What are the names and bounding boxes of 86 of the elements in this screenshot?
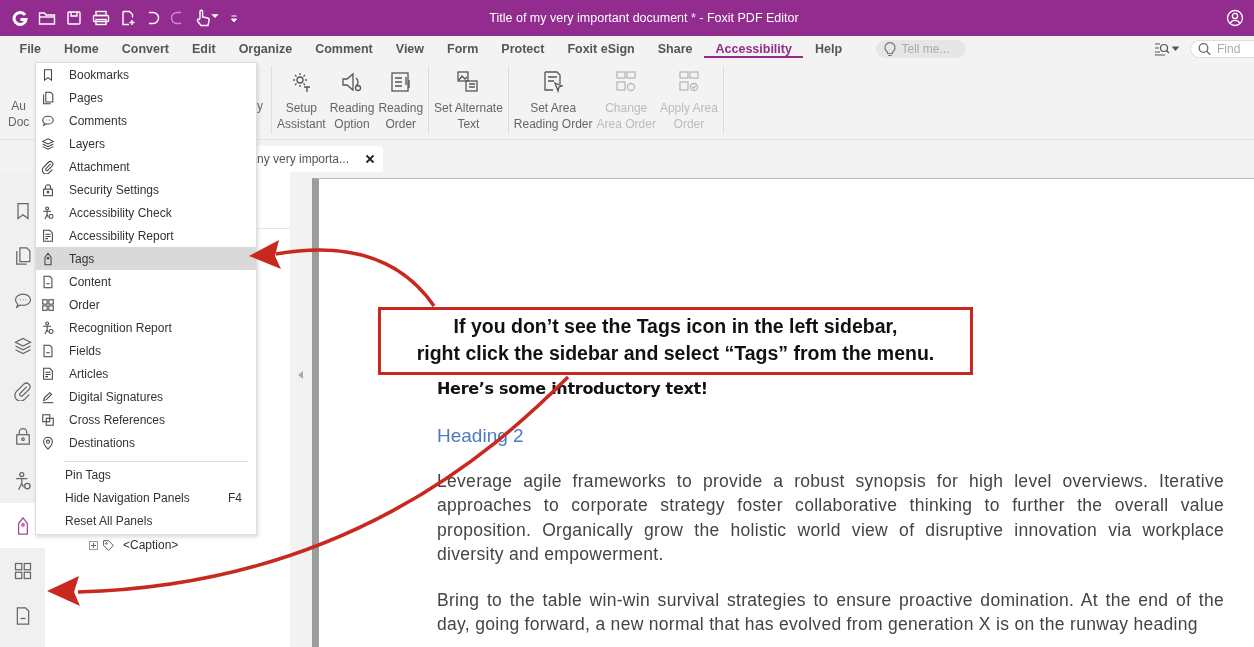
paperclip-icon xyxy=(12,380,33,401)
pin-icon xyxy=(41,435,55,450)
user-icon[interactable] xyxy=(1226,9,1244,27)
menu-item[interactable]: Destinations xyxy=(36,431,256,454)
menu-item[interactable]: Attachment xyxy=(36,155,256,178)
tag-icon xyxy=(41,251,55,266)
menu-item[interactable]: Security Settings xyxy=(36,178,256,201)
menu-tab[interactable]: File xyxy=(8,40,53,58)
menu-tab[interactable]: Home xyxy=(52,40,111,58)
redo-icon[interactable] xyxy=(170,10,184,26)
lock-icon xyxy=(41,182,55,197)
menu-item[interactable]: Bookmarks xyxy=(36,63,256,86)
person-icon xyxy=(41,320,55,335)
ribbon-button[interactable]: Set Area Reading Order xyxy=(511,66,595,132)
search-icon xyxy=(1198,42,1211,56)
menu-item[interactable]: Tags xyxy=(36,247,256,270)
grid-icon xyxy=(12,560,33,581)
close-icon[interactable] xyxy=(365,154,376,164)
layers-icon xyxy=(41,136,55,151)
report-icon xyxy=(41,366,55,381)
undo-icon[interactable] xyxy=(146,10,160,26)
menu-tab[interactable]: Share xyxy=(646,40,704,58)
folder-icon[interactable] xyxy=(38,10,56,26)
tree-item[interactable]: <Caption> xyxy=(123,538,179,552)
bookmark-icon xyxy=(41,67,55,82)
menu-tab[interactable]: View xyxy=(384,40,436,58)
cursor-icon xyxy=(541,70,566,94)
menu-item[interactable]: Layers xyxy=(36,132,256,155)
ribbon-button[interactable]: Reading Order xyxy=(376,66,426,132)
menu-item[interactable]: Recognition Report xyxy=(36,316,256,339)
search-options-icon[interactable] xyxy=(1154,41,1180,57)
app-logo-icon xyxy=(12,10,28,26)
squares-icon xyxy=(41,412,55,427)
menu-item[interactable]: Accessibility Report xyxy=(36,224,256,247)
menu-tab[interactable]: Organize xyxy=(227,40,304,58)
grid-icon xyxy=(41,297,55,312)
ribbon-button[interactable]: Reading Option xyxy=(327,66,377,132)
expand-icon[interactable] xyxy=(89,540,98,550)
menu-item[interactable]: Accessibility Check xyxy=(36,201,256,224)
shortcut-label: F4 xyxy=(228,490,242,505)
save-icon[interactable] xyxy=(66,10,82,26)
menu-tab[interactable]: Comment xyxy=(303,40,385,58)
menu-tab[interactable]: Protect xyxy=(489,40,556,58)
tag-icon xyxy=(102,538,115,552)
menu-item[interactable]: Pin Tags xyxy=(36,463,256,486)
menu-item[interactable]: Order xyxy=(36,293,256,316)
find-field[interactable]: Find xyxy=(1190,40,1254,58)
menu-item[interactable]: Articles xyxy=(36,362,256,385)
callout-text: If you don’t see the Tags icon in the left sidebar, right click the sidebar and select “Tags” from the menu. xyxy=(378,307,973,375)
new-document-icon[interactable] xyxy=(120,10,136,26)
image-text-icon xyxy=(456,70,481,94)
report-icon xyxy=(41,228,55,243)
menu-item[interactable]: Fields xyxy=(36,339,256,362)
comment-icon xyxy=(41,113,55,128)
lightbulb-icon xyxy=(883,41,896,57)
paragraph: Bring to the table win-win survival strategies to ensure proactive domination. At the end of the day, going forward, a new normal that has evolved from generation X is on the runway heading xyxy=(437,589,1224,637)
menu-tab[interactable]: Help xyxy=(803,40,854,58)
menu-item[interactable]: Comments xyxy=(36,109,256,132)
menu-tab[interactable]: Edit xyxy=(180,40,228,58)
document-tab[interactable]: ny very importa... xyxy=(255,146,384,172)
ribbon-button[interactable]: y xyxy=(255,66,265,114)
hand-icon[interactable] xyxy=(194,9,220,27)
menu-item[interactable]: Hide Navigation Panels F4 xyxy=(36,486,256,509)
window-title: Title of my very important document * - Foxit PDF Editor xyxy=(488,11,800,25)
list-icon xyxy=(388,70,413,94)
pen-icon xyxy=(41,389,55,404)
tell-me-field[interactable]: Tell me... xyxy=(875,40,966,58)
menu-tab[interactable]: Form xyxy=(435,40,490,58)
menu-item[interactable]: Reset All Panels xyxy=(36,509,256,532)
pages-icon xyxy=(41,90,55,105)
menu-tab[interactable]: Foxit eSign xyxy=(555,40,647,58)
menu-item[interactable]: Digital Signatures xyxy=(36,385,256,408)
ribbon-button[interactable]: Set Alternate Text xyxy=(432,66,505,132)
document-icon xyxy=(41,343,55,358)
ribbon-button[interactable]: Au Doc xyxy=(6,66,32,130)
menu-item[interactable]: Cross References xyxy=(36,408,256,431)
menu-item[interactable]: Pages xyxy=(36,86,256,109)
print-icon[interactable] xyxy=(92,10,110,26)
paperclip-icon xyxy=(41,159,55,174)
layers-icon xyxy=(12,335,33,356)
menu-tab[interactable]: Accessibility xyxy=(704,40,804,58)
menu-item[interactable]: Content xyxy=(36,270,256,293)
document-icon xyxy=(41,274,55,289)
person-icon xyxy=(41,205,55,220)
menu-tab[interactable]: Convert xyxy=(110,40,181,58)
ribbon-button[interactable]: Setup Assistant xyxy=(275,66,328,132)
